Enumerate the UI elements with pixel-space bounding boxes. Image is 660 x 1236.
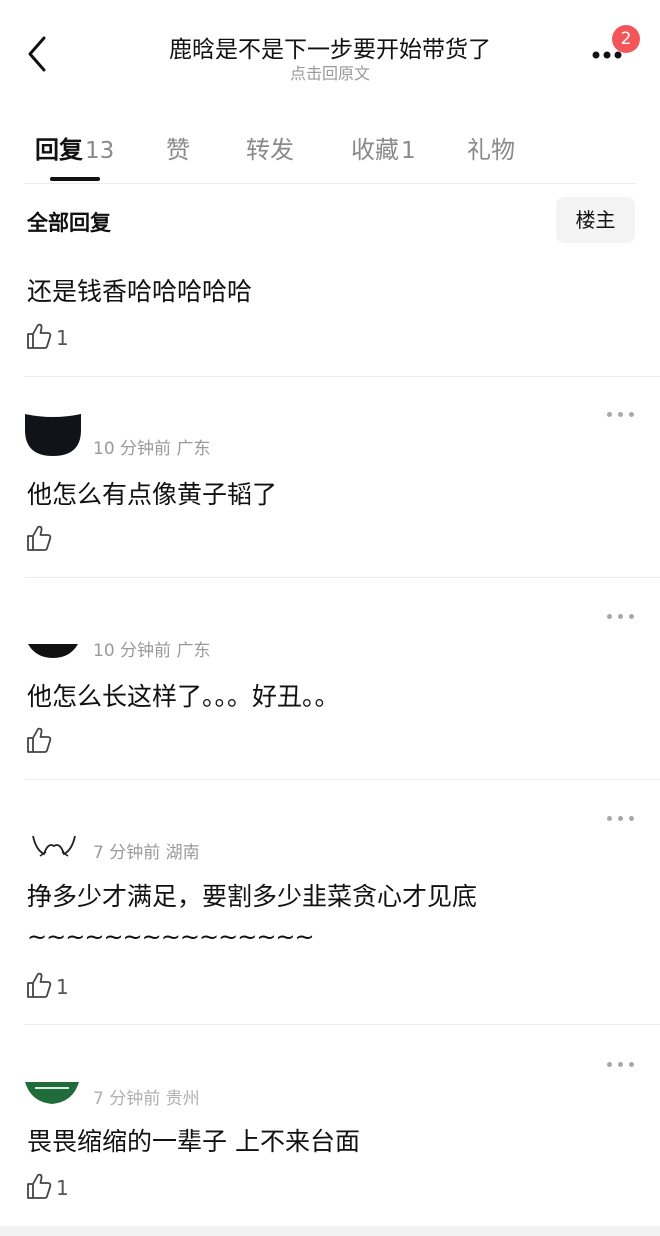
tab-replies-label: 回复 xyxy=(35,136,83,164)
active-tab-indicator xyxy=(50,177,100,181)
comment-text: 还是钱香哈哈哈哈哈 xyxy=(27,277,253,306)
thumbs-up-icon xyxy=(27,525,52,551)
comment-more-icon[interactable] xyxy=(605,406,637,422)
avatar[interactable] xyxy=(25,404,81,456)
thumbs-up-icon xyxy=(27,972,52,998)
comment-text: 畏畏缩缩的一辈子 上不来台面 xyxy=(27,1127,360,1156)
avatar[interactable] xyxy=(25,1082,79,1106)
divider xyxy=(25,577,660,578)
owner-only-button[interactable]: 楼主 xyxy=(556,197,635,243)
bottom-edge xyxy=(0,1226,660,1236)
tab-likes[interactable]: 赞 xyxy=(166,130,190,165)
all-replies-label: 全部回复 xyxy=(27,211,111,235)
comment-more-icon[interactable] xyxy=(605,810,637,826)
comment-meta: 7 分钟前 湖南 xyxy=(93,843,200,863)
comment-more-icon[interactable] xyxy=(605,1056,637,1072)
like-button[interactable]: 1 xyxy=(26,322,86,352)
comment-meta: 10 分钟前 广东 xyxy=(93,439,211,459)
tab-bar: 回复13 赞 转发 收藏1 礼物 xyxy=(0,120,660,184)
like-button[interactable] xyxy=(26,524,56,554)
like-button[interactable]: 1 xyxy=(26,1172,86,1202)
divider xyxy=(25,1024,660,1025)
like-count: 1 xyxy=(56,1176,69,1200)
tab-likes-label: 赞 xyxy=(166,136,190,164)
divider xyxy=(25,779,660,780)
thumbs-up-icon xyxy=(27,1173,52,1199)
like-button[interactable]: 1 xyxy=(26,971,86,1001)
like-button[interactable] xyxy=(26,726,56,756)
tab-favorites-count: 1 xyxy=(401,138,416,164)
back-to-original-link[interactable]: 点击回原文 xyxy=(0,60,660,84)
divider xyxy=(25,376,660,377)
comment-text: 他怎么长这样了。。。好丑。。 xyxy=(27,682,340,711)
avatar[interactable] xyxy=(30,832,78,860)
notification-badge: 2 xyxy=(612,25,640,53)
tab-favorites-label: 收藏 xyxy=(351,136,399,164)
divider xyxy=(25,183,636,184)
tab-gifts[interactable]: 礼物 xyxy=(467,130,515,165)
page-title: 鹿晗是不是下一步要开始带货了 xyxy=(169,37,491,63)
comment-meta: 7 分钟前 贵州 xyxy=(93,1089,200,1109)
comment-more-icon[interactable] xyxy=(605,608,637,624)
comment-text: 他怎么有点像黄子韬了 xyxy=(27,480,278,509)
top-bar: 鹿晗是不是下一步要开始带货了 点击回原文 2 xyxy=(0,0,660,100)
tab-reposts-label: 转发 xyxy=(246,136,294,164)
thumbs-up-icon xyxy=(27,323,52,349)
tab-replies[interactable]: 回复13 xyxy=(35,130,114,165)
avatar[interactable] xyxy=(28,644,78,660)
tab-replies-count: 13 xyxy=(85,138,115,164)
comment-text-line2: ~~~~~~~~~~~~~~~ xyxy=(27,923,315,951)
tab-favorites[interactable]: 收藏1 xyxy=(351,130,416,165)
tab-gifts-label: 礼物 xyxy=(467,136,515,164)
comment-text: 挣多少才满足，要割多少韭菜贪心才见底 xyxy=(27,882,478,911)
like-count: 1 xyxy=(56,975,69,999)
thumbs-up-icon xyxy=(27,727,52,753)
tab-reposts[interactable]: 转发 xyxy=(246,130,294,165)
comment-meta: 10 分钟前 广东 xyxy=(93,641,211,661)
like-count: 1 xyxy=(56,326,69,350)
